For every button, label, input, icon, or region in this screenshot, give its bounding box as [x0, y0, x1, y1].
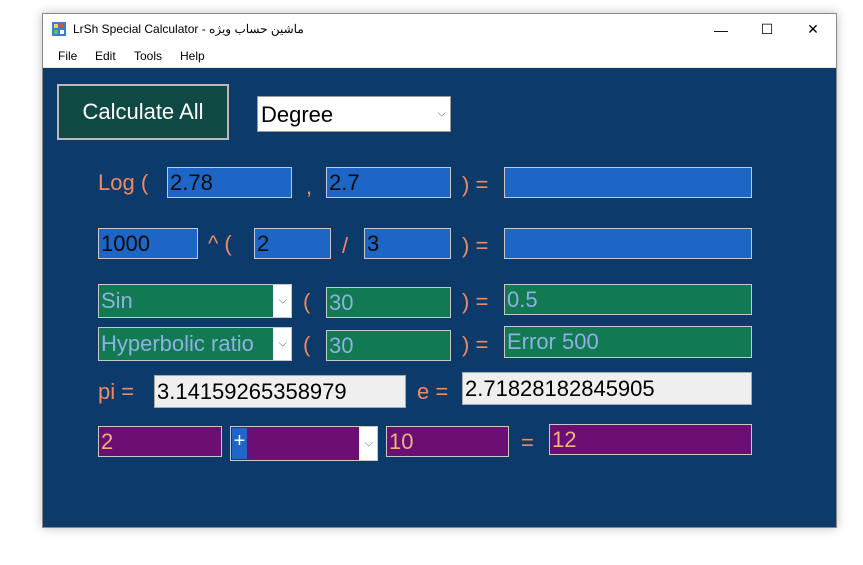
pi-value-field: 3.14159265358979	[154, 375, 406, 408]
arith-equals: =	[521, 430, 534, 455]
minimize-button[interactable]: —	[698, 14, 744, 45]
power-slash: /	[342, 233, 349, 258]
app-window: LrSh Special Calculator - ماشین حساب ویژ…	[42, 13, 837, 528]
menu-file[interactable]: File	[58, 49, 77, 63]
power-op-label: ^ (	[208, 231, 232, 256]
arith-operator-value: +	[232, 428, 247, 459]
chevron-down-icon: ⌵	[278, 294, 287, 307]
hyperbolic-open-paren: (	[303, 332, 311, 357]
chevron-down-icon: ⌵	[278, 337, 287, 350]
arith-right-input[interactable]: 10	[386, 426, 509, 457]
arith-operator-select[interactable]: + ⌵	[230, 426, 378, 461]
hyperbolic-result-field: Error 500	[504, 326, 752, 358]
power-result-field	[504, 228, 752, 259]
trig-argument-input[interactable]: 30	[326, 287, 451, 318]
log-value-input[interactable]: 2.78	[167, 167, 292, 198]
trig-open-paren: (	[303, 289, 311, 314]
trig-function-select[interactable]: Sin ⌵	[98, 284, 292, 318]
power-numerator-input[interactable]: 2	[254, 228, 331, 259]
menu-bar: File Edit Tools Help	[43, 45, 836, 68]
log-comma: ,	[306, 174, 313, 199]
trig-equals: ) =	[462, 289, 489, 314]
log-equals: ) =	[462, 172, 489, 197]
app-icon	[52, 22, 66, 36]
arith-result-field: 12	[549, 424, 752, 455]
hyperbolic-argument-input[interactable]: 30	[326, 330, 451, 361]
pi-label: pi =	[98, 379, 135, 404]
window-title: LrSh Special Calculator - ماشین حساب ویژ…	[73, 22, 304, 36]
angle-mode-select[interactable]: Degree ⌵	[257, 96, 451, 132]
power-equals: ) =	[462, 233, 489, 258]
menu-help[interactable]: Help	[180, 49, 205, 63]
arith-left-input[interactable]: 2	[98, 426, 222, 457]
hyperbolic-function-select[interactable]: Hyperbolic ratio ⌵	[98, 327, 292, 361]
menu-edit[interactable]: Edit	[95, 49, 116, 63]
trig-result-field: 0.5	[504, 284, 752, 315]
e-label: e =	[417, 379, 449, 404]
chevron-down-icon: ⌵	[437, 107, 446, 120]
log-result-field	[504, 167, 752, 198]
power-denominator-input[interactable]: 3	[364, 228, 451, 259]
log-base-input[interactable]: 2.7	[326, 167, 451, 198]
angle-mode-value: Degree	[261, 102, 334, 127]
maximize-button[interactable]: ☐	[744, 14, 790, 45]
calculate-all-button[interactable]: Calculate All	[57, 84, 229, 140]
close-button[interactable]: ✕	[790, 14, 836, 45]
title-bar[interactable]: LrSh Special Calculator - ماشین حساب ویژ…	[43, 14, 836, 45]
hyperbolic-equals: ) =	[462, 332, 489, 357]
calculator-panel: Calculate All Degree ⌵ Log ( 2.78 , 2.7 …	[43, 68, 836, 528]
log-label: Log (	[98, 170, 149, 195]
power-base-input[interactable]: 1000	[98, 228, 198, 259]
menu-tools[interactable]: Tools	[134, 49, 162, 63]
chevron-down-icon: ⌵	[364, 437, 373, 449]
e-value-field: 2.71828182845905	[462, 372, 752, 405]
